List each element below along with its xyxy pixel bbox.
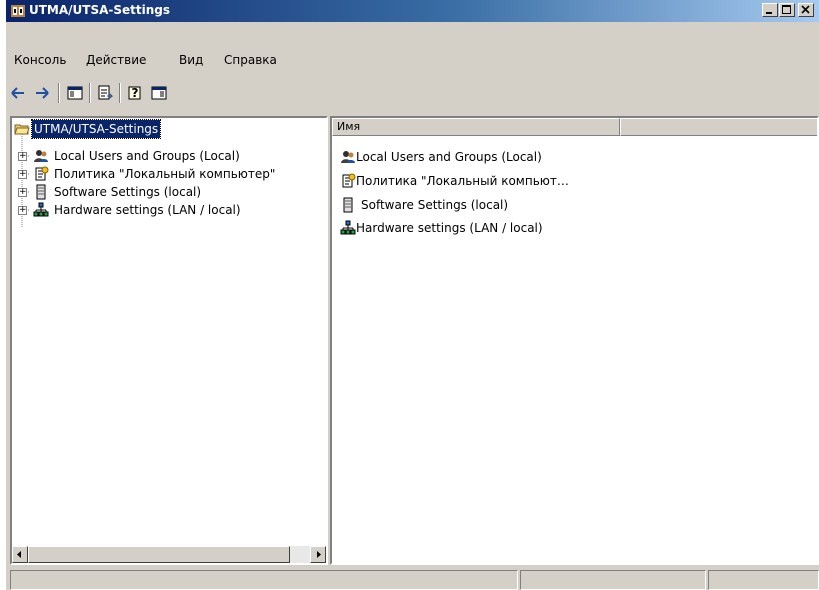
forward-arrow-icon xyxy=(36,87,49,99)
network-icon xyxy=(33,202,49,217)
list-item-label: Software Settings (local) xyxy=(361,198,509,212)
tree-item-label: Local Users and Groups (Local) xyxy=(54,149,240,163)
policy-icon xyxy=(342,173,356,188)
help-icon: ? xyxy=(128,86,141,100)
back-button[interactable] xyxy=(8,83,28,103)
minimize-button[interactable] xyxy=(762,3,778,17)
tree-item-label: Software Settings (local) xyxy=(54,185,202,199)
column-header-name[interactable]: Имя xyxy=(332,118,620,136)
maximize-button[interactable] xyxy=(779,3,795,17)
arrow-right-icon xyxy=(317,551,321,558)
tree-item-label: Политика "Локальный компьютер" xyxy=(54,167,276,181)
toolbar-separator xyxy=(89,83,91,103)
list-pane: Имя Local Users and Groups (Local) Полит… xyxy=(330,116,819,565)
scroll-right-button[interactable] xyxy=(310,546,326,563)
show-hide-tree-button[interactable] xyxy=(65,83,85,103)
tree-horizontal-scrollbar[interactable] xyxy=(12,546,326,563)
export-list-icon xyxy=(98,85,114,100)
expand-icon[interactable]: + xyxy=(18,188,27,197)
status-panel-3 xyxy=(708,570,819,590)
list-item-label: Политика "Локальный компьют… xyxy=(356,174,569,188)
network-icon xyxy=(340,220,356,235)
scroll-thumb[interactable] xyxy=(28,546,290,563)
tree-item-label: Hardware settings (LAN / local) xyxy=(54,203,241,217)
title-bar[interactable]: UTMA/UTSA-Settings xyxy=(6,0,819,22)
toolbar-separator xyxy=(119,83,121,103)
users-icon xyxy=(341,151,355,163)
minimize-icon xyxy=(766,12,772,14)
tree-item-software[interactable]: + Software Settings (local) xyxy=(12,183,326,201)
menu-view[interactable]: Вид xyxy=(179,53,203,67)
tree-item-hardware[interactable]: + Hardware settings (LAN / local) xyxy=(12,201,326,219)
toolbar: ? xyxy=(6,80,819,106)
status-bar xyxy=(6,567,819,590)
server-icon xyxy=(36,184,46,200)
tree-item-local-users[interactable]: + Local Users and Groups (Local) xyxy=(12,147,326,165)
forward-button[interactable] xyxy=(32,83,52,103)
column-header-empty[interactable] xyxy=(620,118,817,136)
svg-text:?: ? xyxy=(132,86,139,100)
app-icon xyxy=(11,5,25,17)
action-pane-button[interactable] xyxy=(149,83,169,103)
menu-bar: Консоль Действие Вид Справка xyxy=(6,50,819,71)
expand-icon[interactable]: + xyxy=(18,152,27,161)
menu-action[interactable]: Действие xyxy=(86,53,146,67)
list-item-label: Hardware settings (LAN / local) xyxy=(356,221,543,235)
status-panel-main xyxy=(10,570,518,590)
list-item-label: Local Users and Groups (Local) xyxy=(356,150,542,164)
window-title: UTMA/UTSA-Settings xyxy=(29,3,171,17)
server-icon xyxy=(343,197,353,213)
mmc-window: UTMA/UTSA-Settings Консоль Действие Вид … xyxy=(6,0,819,590)
toolbar-separator xyxy=(58,83,60,103)
expand-icon[interactable]: + xyxy=(18,206,27,215)
back-arrow-icon xyxy=(11,87,24,99)
tree-root-label: UTMA/UTSA-Settings xyxy=(30,119,162,139)
policy-icon xyxy=(35,166,49,181)
action-pane-icon xyxy=(151,86,167,100)
help-button[interactable]: ? xyxy=(126,83,146,103)
tree-item-policy[interactable]: + Политика "Локальный компьютер" xyxy=(12,165,326,183)
expand-icon[interactable]: + xyxy=(18,170,27,179)
show-hide-tree-icon xyxy=(67,86,83,100)
tree-pane: UTMA/UTSA-Settings + Local Users and Gro… xyxy=(10,116,328,565)
scroll-left-button[interactable] xyxy=(12,546,28,563)
arrow-left-icon xyxy=(17,551,21,558)
status-panel-2 xyxy=(520,570,706,590)
menu-console[interactable]: Консоль xyxy=(14,53,66,67)
close-button[interactable] xyxy=(798,3,814,17)
close-icon xyxy=(801,5,810,14)
folder-open-icon xyxy=(14,124,30,135)
maximize-icon xyxy=(782,5,791,14)
export-list-button[interactable] xyxy=(95,83,115,103)
users-icon xyxy=(34,150,48,162)
menu-help[interactable]: Справка xyxy=(224,53,277,67)
